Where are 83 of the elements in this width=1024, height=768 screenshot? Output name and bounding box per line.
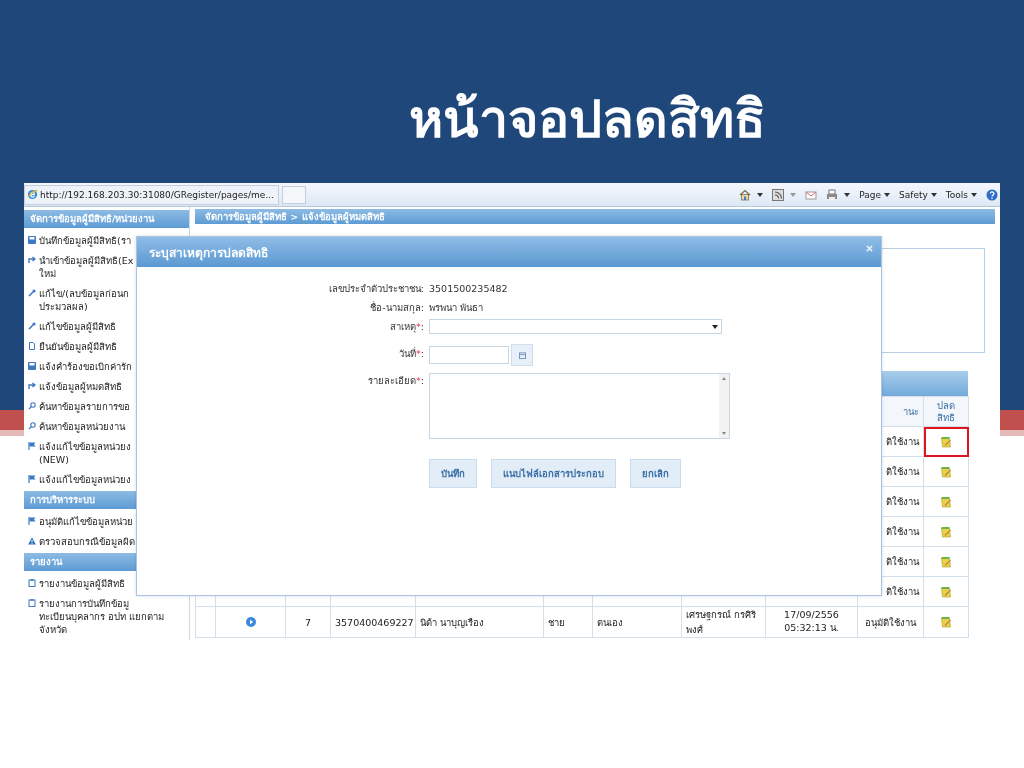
table-cell: อนุมัติใช้งาน xyxy=(857,606,924,638)
table-cell: นิด้า นาบุญเรือง xyxy=(415,606,544,638)
floppy-icon xyxy=(28,361,36,370)
notepad-icon[interactable] xyxy=(940,465,952,478)
new-tab-button[interactable] xyxy=(282,185,306,204)
field-label: วันที่*: xyxy=(399,346,424,361)
cause-select[interactable] xyxy=(429,319,722,334)
field-value: พรพนา พันธา xyxy=(429,301,484,315)
table-cell: ติใช้งาน xyxy=(886,496,919,507)
table-cell: 17/09/2556 05:32:13 น. xyxy=(765,606,858,638)
sidebar-item[interactable]: รายงานการบันทึกข้อมู ทะเบียนบุคลากร อปท แยกตาม จังหวัด xyxy=(24,593,189,639)
calendar-button[interactable] xyxy=(511,344,533,366)
clipboard-icon xyxy=(28,578,36,587)
column-header: านะ xyxy=(903,406,919,417)
notepad-icon[interactable] xyxy=(940,525,952,538)
field-value: 3501500235482 xyxy=(429,283,508,294)
detail-field[interactable] xyxy=(429,373,730,439)
flag-icon xyxy=(28,441,36,450)
browser-tab[interactable]: http://192.168.203.30:31080/GRegister/pages/me... xyxy=(24,184,279,205)
sidebar-item[interactable]: รายงานข้อมูลผู้มีสิทธิ xyxy=(24,573,189,593)
menu-button[interactable]: Safety xyxy=(893,189,937,200)
feed-icon[interactable] xyxy=(772,188,785,201)
flag-icon xyxy=(28,474,36,483)
date-field[interactable] xyxy=(429,346,509,364)
field-label: ชื่อ-นามสกุล: xyxy=(370,300,424,315)
wrench-icon xyxy=(28,321,36,330)
arrow-icon xyxy=(28,255,36,264)
table-cell: ติใช้งาน xyxy=(886,466,919,477)
floppy-icon xyxy=(28,235,36,244)
scrollbar[interactable] xyxy=(719,374,729,438)
table-cell: ติใช้งาน xyxy=(886,586,919,597)
slide-title: หน้าจอปลดสิทธิ xyxy=(408,88,766,151)
home-icon[interactable] xyxy=(739,188,752,201)
table-cell: ติใช้งาน xyxy=(886,526,919,537)
dialog-title: ระบุสาเหตุการปลดสิทธิ xyxy=(149,244,268,262)
notepad-icon[interactable] xyxy=(940,585,952,598)
notepad-icon[interactable] xyxy=(940,495,952,508)
page-icon xyxy=(28,341,36,350)
table-cell: 3570400469227 xyxy=(330,606,416,638)
clipboard-icon xyxy=(28,598,36,607)
table-cell: ชาย xyxy=(543,606,593,638)
sidebar-item[interactable]: อนุมัติแก้ไขข้อมูลหน่วย xyxy=(24,511,189,531)
cancel-button[interactable]: ยกเลิก xyxy=(630,459,681,488)
attach-file-button[interactable]: แนบไฟล์เอกสารประกอบ xyxy=(491,459,616,488)
field-label: เลขประจำตัวประชาชน: xyxy=(328,282,424,296)
caret-icon xyxy=(971,192,977,197)
help-icon[interactable] xyxy=(986,188,998,201)
mail-icon[interactable] xyxy=(805,188,818,201)
notepad-icon[interactable] xyxy=(940,435,952,448)
calendar-icon xyxy=(518,351,526,359)
sidebar-item[interactable]: ตรวจสอบกรณีข้อมูลผิด xyxy=(24,531,189,551)
table-cell: ติใช้งาน xyxy=(886,436,919,447)
wrench-icon xyxy=(28,288,36,297)
sidebar-header: จัดการข้อมูลผู้มีสิทธิ/หน่วยงาน xyxy=(24,210,189,228)
caret-icon xyxy=(930,192,937,197)
flag-icon xyxy=(28,516,36,525)
browser-logo-icon xyxy=(27,189,38,200)
table-cell: ติใช้งาน xyxy=(886,556,919,567)
column-header: ปลดสิทธิ xyxy=(936,399,956,424)
table-cell: ตนเอง xyxy=(592,606,682,638)
caret-icon xyxy=(884,192,891,197)
menu-button[interactable]: Page xyxy=(853,189,891,200)
warning-icon xyxy=(28,536,36,545)
sidebar-item[interactable]: แจ้งแก้ไขข้อมูลหน่วยง (NEW) xyxy=(24,436,189,469)
play-icon[interactable] xyxy=(245,617,256,627)
caret-icon[interactable] xyxy=(757,192,764,197)
caret-icon xyxy=(712,324,718,329)
search-icon xyxy=(28,421,36,430)
close-icon[interactable] xyxy=(866,245,873,252)
table-cell: 7 xyxy=(285,606,331,638)
breadcrumb: จัดการข้อมูลผู้มีสิทธิ > แจ้งข้อมูลผู้หมดสิทธิ xyxy=(195,209,995,224)
save-button[interactable]: บันทึก xyxy=(429,459,477,488)
table-cell: เศรษฐกรณ์ กรศิริพงศ์ xyxy=(681,606,766,638)
print-icon[interactable] xyxy=(826,188,839,201)
field-label: สาเหตุ*: xyxy=(390,320,424,334)
sidebar-item[interactable]: แจ้งแก้ไขข้อมูลหน่วยง xyxy=(24,469,189,489)
notepad-icon[interactable] xyxy=(940,555,952,568)
field-label: รายละเอียด*: xyxy=(368,374,424,388)
notepad-icon[interactable] xyxy=(940,616,952,628)
menu-button[interactable]: Tools xyxy=(939,189,977,200)
caret-icon[interactable] xyxy=(844,192,851,197)
arrow-icon xyxy=(28,381,36,390)
search-icon xyxy=(28,401,36,410)
